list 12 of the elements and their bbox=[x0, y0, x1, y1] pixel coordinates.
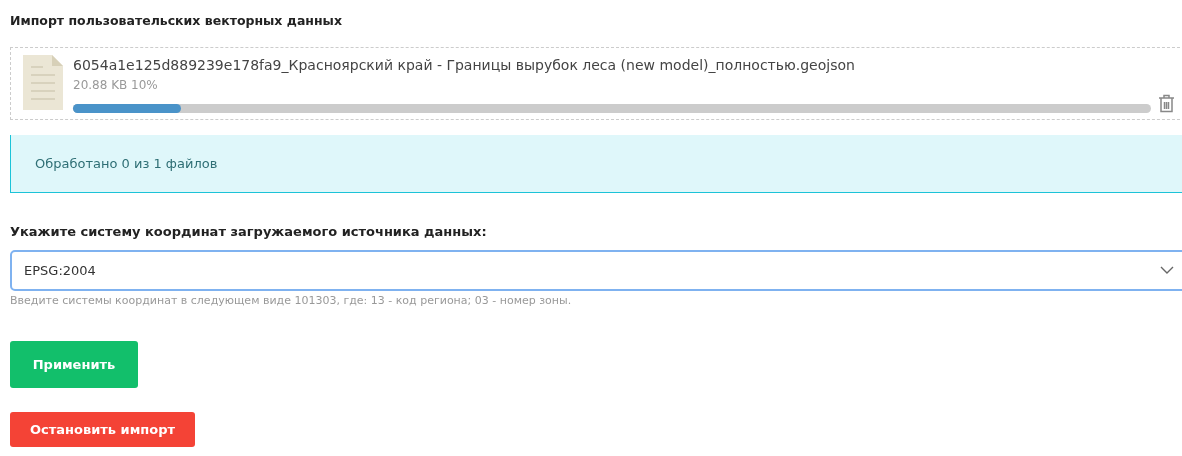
section-title: Импорт пользовательских векторных данных bbox=[10, 12, 343, 30]
file-size: 20.88 KB 10% bbox=[73, 76, 159, 94]
status-message: Обработано 0 из 1 файлов bbox=[35, 154, 218, 173]
field-label: Укажите систему координат загружаемого источника данных: bbox=[10, 222, 488, 241]
file-name: 6054a1e125d889239e178fa9_Красноярский край - Границы вырубок леса (new model)_полностью.geojson bbox=[73, 55, 856, 75]
file-icon bbox=[23, 54, 63, 110]
apply-button[interactable]: Применить bbox=[10, 340, 138, 388]
coordinate-select[interactable]: EPSG:2004 bbox=[10, 250, 1182, 292]
chevron-icon bbox=[1160, 266, 1174, 275]
trash-icon[interactable] bbox=[1158, 93, 1175, 113]
help-text: Введите системы координат в следующем виде 101303, где: 13 - код региона; 03 - номер зоны. bbox=[10, 293, 573, 310]
stop-import-button[interactable]: Остановить импорт bbox=[10, 411, 195, 447]
